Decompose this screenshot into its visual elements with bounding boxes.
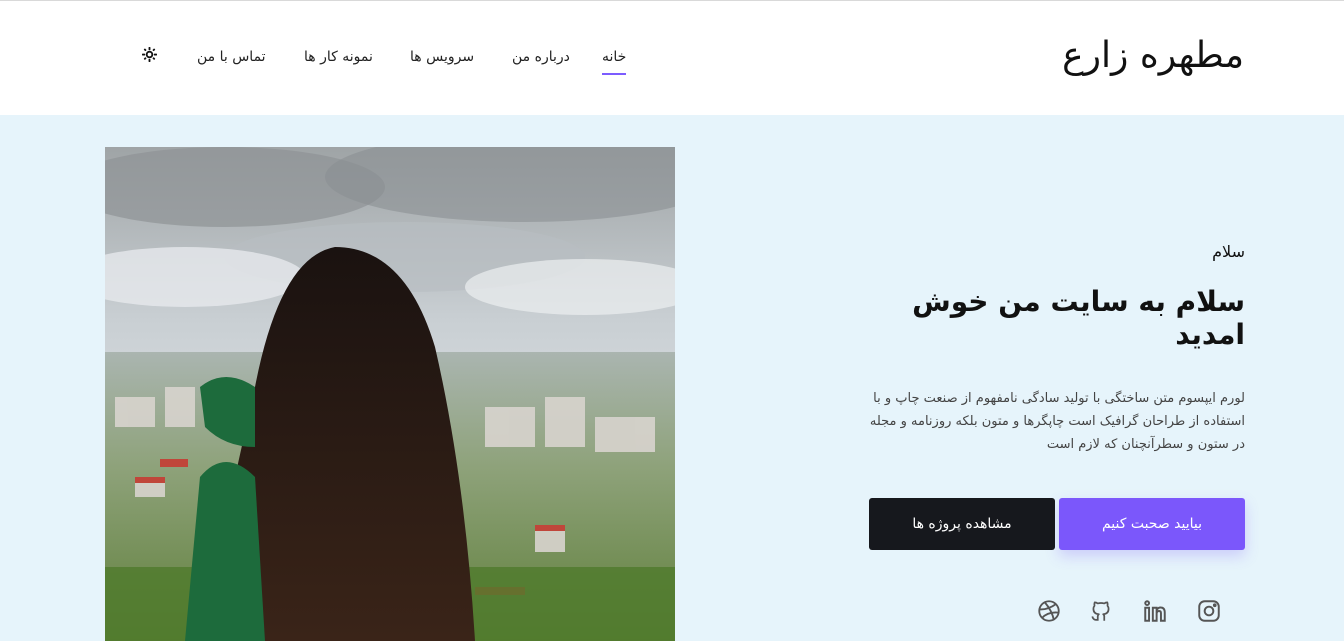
view-projects-button[interactable]: مشاهده پروژه ها bbox=[869, 498, 1055, 550]
nav-item-home[interactable]: خانه bbox=[602, 49, 627, 75]
site-header: مطهره زارع خانه درباره من سرویس ها نمونه… bbox=[0, 1, 1344, 115]
hero-photo bbox=[105, 147, 675, 641]
contact-button[interactable]: بیایید صحبت کنیم bbox=[1059, 498, 1245, 550]
nav-item-portfolio[interactable]: نمونه کار ها bbox=[304, 49, 373, 65]
nav-item-contact[interactable]: تماس با من bbox=[197, 49, 266, 65]
sun-icon[interactable] bbox=[142, 47, 157, 62]
github-icon[interactable] bbox=[1088, 598, 1114, 624]
hero-greeting: سلام bbox=[1212, 242, 1245, 261]
linkedin-icon[interactable] bbox=[1142, 598, 1168, 624]
social-links bbox=[1036, 598, 1220, 626]
dribbble-icon[interactable] bbox=[1036, 598, 1062, 624]
nav-item-about[interactable]: درباره من bbox=[512, 49, 570, 65]
hero-title: سلام به سایت من خوش امدید bbox=[912, 285, 1245, 351]
hero-description: لورم ایپسوم متن ساختگی با تولید سادگی نا… bbox=[869, 391, 1245, 452]
main-nav: خانه درباره من سرویس ها نمونه کار ها تما… bbox=[196, 49, 628, 79]
hero-content: سلام سلام به سایت من خوش امدید لورم ایپس… bbox=[865, 240, 1245, 456]
instagram-icon[interactable] bbox=[1196, 598, 1222, 624]
site-brand[interactable]: مطهره زارع bbox=[1062, 35, 1244, 76]
nav-item-services[interactable]: سرویس ها bbox=[410, 49, 474, 65]
